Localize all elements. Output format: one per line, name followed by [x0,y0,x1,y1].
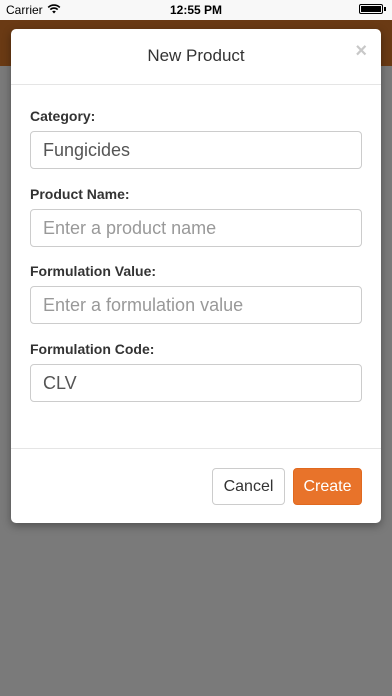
create-button[interactable]: Create [293,468,362,505]
formulation-value-group: Formulation Value: [30,263,362,324]
category-field[interactable] [30,131,362,169]
formulation-code-field[interactable] [30,364,362,402]
battery-tip [384,7,386,11]
status-time: 12:55 PM [169,3,223,17]
status-right [359,4,386,14]
category-group: Category: [30,108,362,169]
formulation-value-field[interactable] [30,286,362,324]
modal-title: New Product [147,46,245,65]
product-name-label: Product Name: [30,186,130,202]
status-bar: Carrier 12:55 PM [0,0,392,20]
new-product-modal: New Product × Category: Product Name: Fo… [11,29,381,523]
modal-footer: Cancel Create [11,448,381,523]
formulation-value-label: Formulation Value: [30,263,157,279]
cancel-button[interactable]: Cancel [212,468,285,505]
product-name-group: Product Name: [30,186,362,247]
close-icon[interactable]: × [355,41,367,61]
formulation-code-group: Formulation Code: [30,341,362,402]
category-label: Category: [30,108,96,124]
product-name-field[interactable] [30,209,362,247]
formulation-code-label: Formulation Code: [30,341,155,357]
battery-icon [359,4,383,14]
modal-header: New Product × [11,29,381,85]
